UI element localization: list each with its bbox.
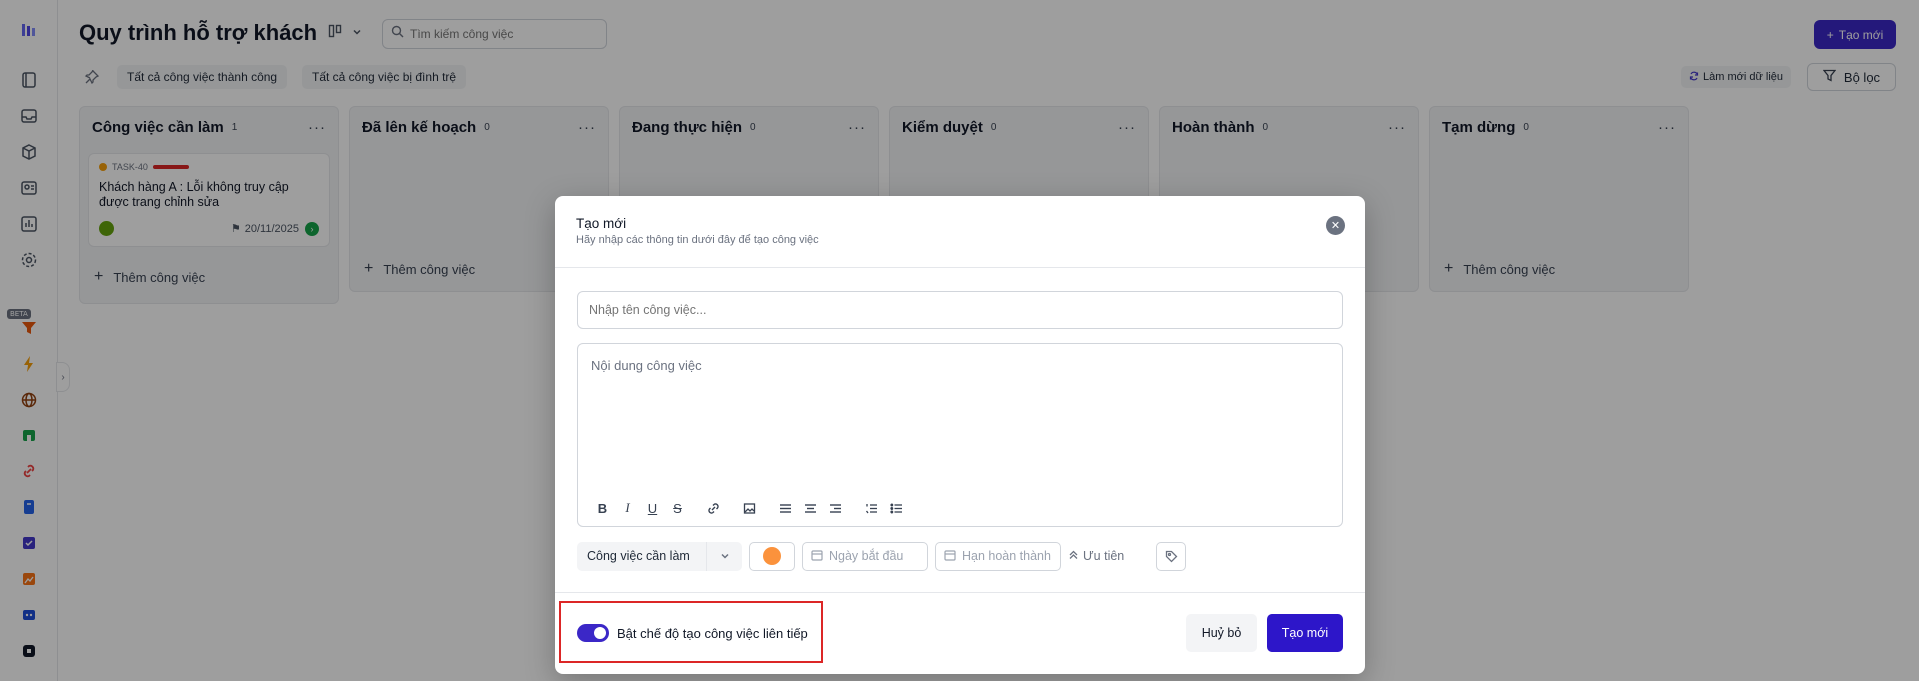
chevron-down-icon	[706, 541, 742, 571]
bullet-list-icon[interactable]	[884, 498, 909, 518]
modal-subtitle: Hãy nhập các thông tin dưới đây để tạo c…	[576, 234, 819, 246]
submit-create-button[interactable]: Tạo mới	[1267, 614, 1343, 652]
double-chevron-up-icon	[1068, 549, 1079, 563]
priority-label: Ưu tiên	[1083, 549, 1125, 563]
task-content-editor[interactable]: Nội dung công việc B I U S	[577, 343, 1343, 527]
due-date-field[interactable]: Hạn hoàn thành	[935, 541, 1061, 571]
avatar	[763, 547, 781, 565]
tag-icon[interactable]	[1156, 541, 1187, 571]
start-date-placeholder: Ngày bắt đầu	[829, 549, 904, 563]
close-icon[interactable]: ✕	[1326, 216, 1345, 235]
calendar-icon	[944, 549, 956, 564]
strikethrough-icon[interactable]: S	[665, 498, 690, 518]
image-icon[interactable]	[737, 498, 762, 518]
assignee-picker[interactable]	[749, 541, 795, 571]
task-meta-row: Công việc cần làm Ngày bắt đầu Hạn hoàn …	[577, 541, 1343, 571]
italic-icon[interactable]: I	[615, 498, 640, 518]
status-select[interactable]: Công việc cần làm	[577, 541, 742, 571]
editor-toolbar: B I U S	[590, 498, 909, 518]
start-date-field[interactable]: Ngày bắt đầu	[802, 541, 928, 571]
status-value: Công việc cần làm	[587, 549, 690, 563]
align-center-icon[interactable]	[798, 498, 823, 518]
create-task-modal: Tạo mới Hãy nhập các thông tin dưới đây …	[555, 196, 1365, 674]
calendar-icon	[811, 549, 823, 564]
cancel-button[interactable]: Huỷ bỏ	[1186, 614, 1257, 652]
due-date-placeholder: Hạn hoàn thành	[962, 549, 1051, 563]
priority-selector[interactable]: Ưu tiên	[1068, 549, 1124, 563]
highlight-box	[559, 601, 823, 663]
bold-icon[interactable]: B	[590, 498, 615, 518]
underline-icon[interactable]: U	[640, 498, 665, 518]
align-left-icon[interactable]	[773, 498, 798, 518]
ordered-list-icon[interactable]	[859, 498, 884, 518]
task-name-input[interactable]	[577, 291, 1343, 329]
modal-title: Tạo mới	[576, 216, 627, 231]
link-icon[interactable]	[701, 498, 726, 518]
editor-placeholder: Nội dung công việc	[591, 358, 702, 373]
align-right-icon[interactable]	[823, 498, 848, 518]
